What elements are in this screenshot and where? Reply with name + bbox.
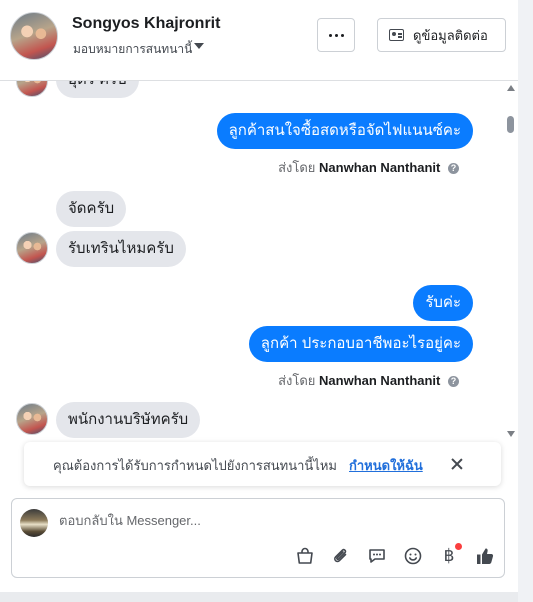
emoji-icon[interactable] (400, 543, 426, 569)
more-dot-icon (328, 33, 332, 37)
incoming-message: รับเทรินไหมครับ (56, 231, 186, 267)
view-contact-details-button[interactable]: ดูข้อมูลติดต่อ (377, 18, 506, 52)
payment-baht-icon[interactable]: ฿ (436, 543, 462, 569)
view-contact-details-label: ดูข้อมูลติดต่อ (413, 27, 488, 43)
page-avatar (20, 509, 48, 537)
contact-avatar[interactable] (10, 12, 58, 60)
outgoing-message: ลูกค้า ประกอบอาชีพอะไรอยู่คะ (248, 326, 473, 362)
incoming-message: อุดร ครับ (56, 81, 139, 98)
reply-input[interactable] (59, 513, 479, 528)
more-dot-icon (340, 33, 344, 37)
incoming-message: พนักงานบริษัทครับ (56, 402, 201, 438)
more-options-button[interactable] (317, 18, 355, 52)
paperclip-icon[interactable] (328, 543, 354, 569)
scroll-up-icon[interactable] (507, 85, 515, 91)
sent-by-prefix: ส่งโดย (278, 160, 316, 175)
assign-prompt-banner: คุณต้องการได้รับการกำหนดไปยังการสนทนานี้… (24, 442, 501, 486)
incoming-message: จัดครับ (56, 191, 127, 227)
message-thread: อุดร ครับ ลูกค้าสนใจซื้อสดหรือจัดไฟแนนซ์… (0, 81, 505, 438)
scrollbar-thumb[interactable] (507, 116, 514, 133)
conversation-panel: Songyos Khajronrit มอบหมายการสนทนานี้ ดู… (0, 0, 518, 592)
info-icon[interactable]: ? (448, 163, 459, 174)
reply-composer: ฿ (11, 498, 505, 578)
contact-card-icon (389, 29, 404, 41)
outgoing-message: ลูกค้าสนใจซื้อสดหรือจัดไฟแนนซ์คะ (216, 113, 473, 149)
info-icon[interactable]: ? (448, 376, 459, 387)
contact-avatar-small (16, 403, 48, 435)
chevron-down-icon[interactable] (194, 43, 204, 49)
message-scrollbar[interactable] (505, 81, 518, 438)
scroll-down-icon[interactable] (507, 431, 515, 437)
baht-symbol: ฿ (443, 546, 455, 566)
contact-avatar-small (16, 81, 48, 97)
close-icon[interactable] (449, 456, 465, 472)
sent-by-line: ส่งโดย Nanwhan Nanthanit ? (278, 157, 459, 178)
assign-to-me-link[interactable]: กำหนดให้ฉัน (349, 455, 423, 476)
outgoing-message: รับค่ะ (413, 285, 473, 321)
contact-avatar-small (16, 232, 48, 264)
composer-toolbar: ฿ (292, 543, 508, 569)
more-dot-icon (334, 33, 338, 37)
assign-prompt-text: คุณต้องการได้รับการกำหนดไปยังการสนทนานี้… (53, 458, 337, 473)
shopping-bag-icon[interactable] (292, 543, 318, 569)
conversation-header: Songyos Khajronrit มอบหมายการสนทนานี้ ดู… (0, 0, 518, 81)
sent-by-name: Nanwhan Nanthanit (319, 160, 441, 175)
right-edge-rail (518, 0, 533, 602)
saved-replies-icon[interactable] (364, 543, 390, 569)
sent-by-name: Nanwhan Nanthanit (319, 373, 441, 388)
notification-dot (455, 543, 462, 550)
sent-by-prefix: ส่งโดย (278, 373, 316, 388)
sent-by-line: ส่งโดย Nanwhan Nanthanit ? (278, 370, 459, 391)
assign-conversation-dropdown[interactable]: มอบหมายการสนทนานี้ (73, 40, 192, 59)
thumbs-up-icon[interactable] (472, 543, 498, 569)
contact-name[interactable]: Songyos Khajronrit (72, 15, 220, 33)
